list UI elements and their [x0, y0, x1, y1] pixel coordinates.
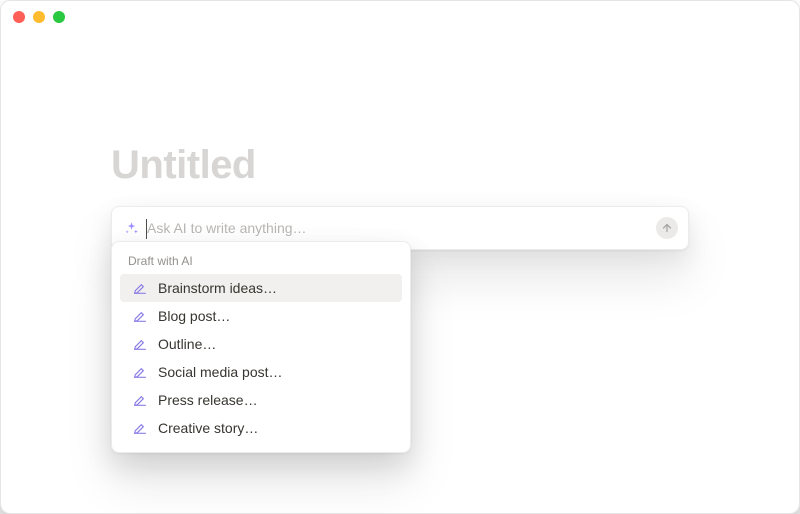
menu-item-label: Outline…: [158, 336, 216, 352]
menu-section-header: Draft with AI: [116, 250, 406, 274]
menu-item[interactable]: Social media post…: [120, 358, 402, 386]
pen-icon: [132, 280, 148, 296]
menu-item-label: Social media post…: [158, 364, 283, 380]
menu-item[interactable]: Creative story…: [120, 414, 402, 442]
minimize-window-button[interactable]: [33, 11, 45, 23]
pen-icon: [132, 420, 148, 436]
menu-item[interactable]: Blog post…: [120, 302, 402, 330]
pen-icon: [132, 336, 148, 352]
menu-item-label: Creative story…: [158, 420, 258, 436]
pen-icon: [132, 364, 148, 380]
menu-item-label: Press release…: [158, 392, 258, 408]
menu-item-label: Brainstorm ideas…: [158, 280, 277, 296]
menu-item[interactable]: Brainstorm ideas…: [120, 274, 402, 302]
menu-item-label: Blog post…: [158, 308, 230, 324]
pen-icon: [132, 308, 148, 324]
submit-button[interactable]: [656, 217, 678, 239]
app-window: Untitled Draft with AI Brainstorm ideas……: [0, 0, 800, 514]
text-caret: [146, 219, 147, 239]
menu-item[interactable]: Outline…: [120, 330, 402, 358]
close-window-button[interactable]: [13, 11, 25, 23]
sparkle-icon: [124, 221, 139, 236]
pen-icon: [132, 392, 148, 408]
ai-prompt-input[interactable]: [147, 220, 648, 236]
page-content: Untitled: [1, 33, 799, 250]
menu-item[interactable]: Press release…: [120, 386, 402, 414]
page-title[interactable]: Untitled: [111, 143, 689, 188]
titlebar: [1, 1, 799, 33]
ai-draft-menu: Draft with AI Brainstorm ideas… Blog post…: [111, 241, 411, 453]
zoom-window-button[interactable]: [53, 11, 65, 23]
